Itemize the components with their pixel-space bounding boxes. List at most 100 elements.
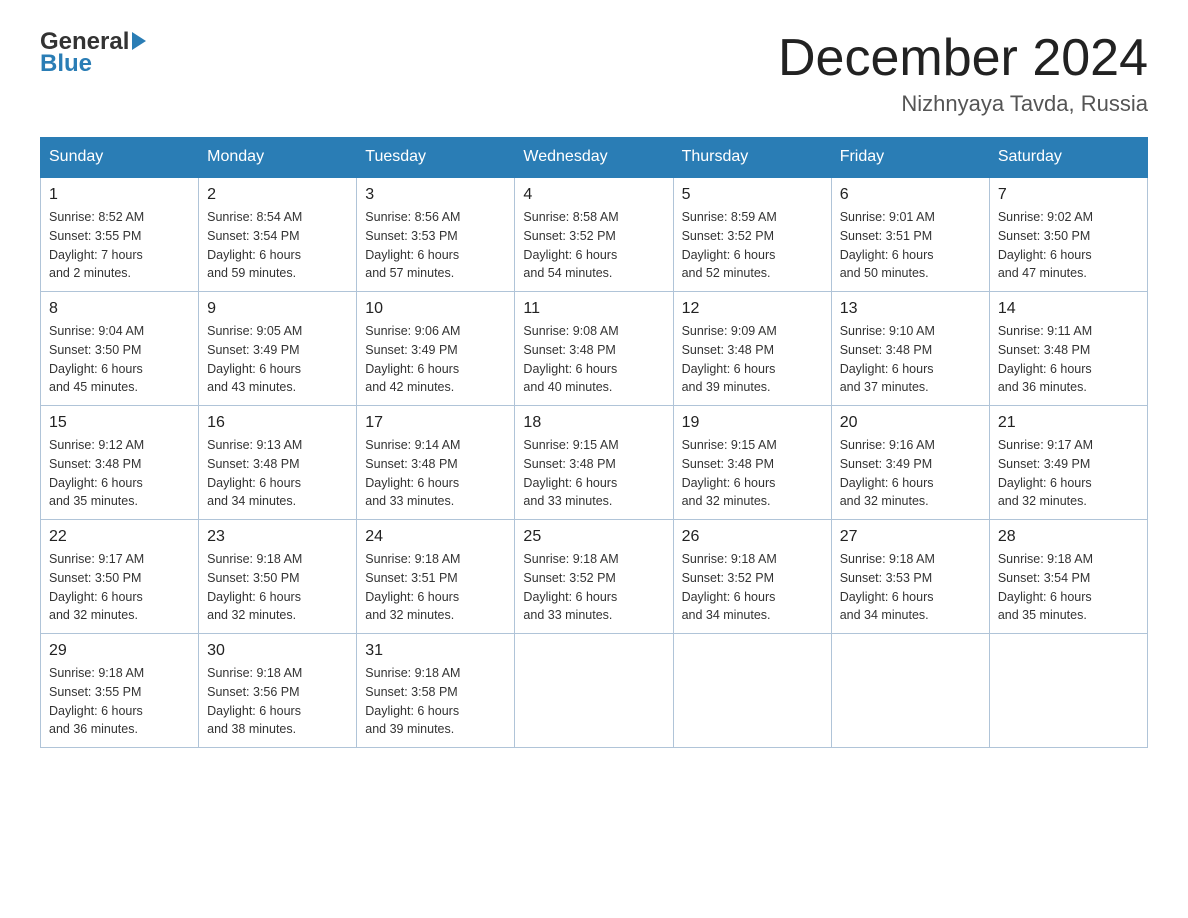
day-cell: 23 Sunrise: 9:18 AMSunset: 3:50 PMDayligh… — [199, 520, 357, 634]
day-info: Sunrise: 9:01 AMSunset: 3:51 PMDaylight:… — [840, 208, 981, 283]
day-info: Sunrise: 8:56 AMSunset: 3:53 PMDaylight:… — [365, 208, 506, 283]
header-wednesday: Wednesday — [515, 138, 673, 178]
day-number: 4 — [523, 186, 664, 204]
header-monday: Monday — [199, 138, 357, 178]
day-info: Sunrise: 8:54 AMSunset: 3:54 PMDaylight:… — [207, 208, 348, 283]
day-cell: 16 Sunrise: 9:13 AMSunset: 3:48 PMDayligh… — [199, 406, 357, 520]
page-header: General Blue December 2024 Nizhnyaya Tav… — [40, 30, 1148, 117]
logo-arrow-icon — [132, 32, 146, 50]
day-info: Sunrise: 9:18 AMSunset: 3:55 PMDaylight:… — [49, 664, 190, 739]
week-row-2: 8 Sunrise: 9:04 AMSunset: 3:50 PMDaylight… — [41, 292, 1148, 406]
title-block: December 2024 Nizhnyaya Tavda, Russia — [778, 30, 1148, 117]
day-number: 21 — [998, 414, 1139, 432]
day-number: 6 — [840, 186, 981, 204]
day-cell — [673, 634, 831, 748]
day-info: Sunrise: 9:11 AMSunset: 3:48 PMDaylight:… — [998, 322, 1139, 397]
header-tuesday: Tuesday — [357, 138, 515, 178]
week-row-4: 22Sunrise: 9:17 AMSunset: 3:50 PMDayligh… — [41, 520, 1148, 634]
day-cell: 27 Sunrise: 9:18 AMSunset: 3:53 PMDayligh… — [831, 520, 989, 634]
day-info: Sunrise: 9:18 AMSunset: 3:58 PMDaylight:… — [365, 664, 506, 739]
day-number: 12 — [682, 300, 823, 318]
calendar-header: Sunday Monday Tuesday Wednesday Thursday… — [41, 138, 1148, 178]
day-number: 10 — [365, 300, 506, 318]
day-number: 1 — [49, 186, 190, 204]
day-cell: 2 Sunrise: 8:54 AMSunset: 3:54 PMDaylight… — [199, 177, 357, 292]
day-info: Sunrise: 9:18 AMSunset: 3:54 PMDaylight:… — [998, 550, 1139, 625]
day-cell: 19 Sunrise: 9:15 AMSunset: 3:48 PMDayligh… — [673, 406, 831, 520]
logo-line2: Blue — [40, 52, 146, 76]
day-cell: 8 Sunrise: 9:04 AMSunset: 3:50 PMDaylight… — [41, 292, 199, 406]
location: Nizhnyaya Tavda, Russia — [778, 91, 1148, 117]
day-number: 18 — [523, 414, 664, 432]
day-cell — [831, 634, 989, 748]
day-cell: 11 Sunrise: 9:08 AMSunset: 3:48 PMDayligh… — [515, 292, 673, 406]
day-info: Sunrise: 9:12 AMSunset: 3:48 PMDaylight:… — [49, 436, 190, 511]
header-row: Sunday Monday Tuesday Wednesday Thursday… — [41, 138, 1148, 178]
day-cell: 9 Sunrise: 9:05 AMSunset: 3:49 PMDaylight… — [199, 292, 357, 406]
day-info: Sunrise: 9:18 AMSunset: 3:52 PMDaylight:… — [682, 550, 823, 625]
day-number: 19 — [682, 414, 823, 432]
day-info: Sunrise: 9:14 AMSunset: 3:48 PMDaylight:… — [365, 436, 506, 511]
day-cell: 10 Sunrise: 9:06 AMSunset: 3:49 PMDayligh… — [357, 292, 515, 406]
day-cell: 7 Sunrise: 9:02 AMSunset: 3:50 PMDaylight… — [989, 177, 1147, 292]
day-info: Sunrise: 9:15 AMSunset: 3:48 PMDaylight:… — [523, 436, 664, 511]
day-number: 7 — [998, 186, 1139, 204]
day-info: Sunrise: 9:10 AMSunset: 3:48 PMDaylight:… — [840, 322, 981, 397]
day-number: 11 — [523, 300, 664, 318]
day-number: 26 — [682, 528, 823, 546]
day-cell: 3Sunrise: 8:56 AMSunset: 3:53 PMDaylight… — [357, 177, 515, 292]
calendar-body: 1 Sunrise: 8:52 AMSunset: 3:55 PMDaylight… — [41, 177, 1148, 748]
day-cell: 14Sunrise: 9:11 AMSunset: 3:48 PMDayligh… — [989, 292, 1147, 406]
day-info: Sunrise: 9:08 AMSunset: 3:48 PMDaylight:… — [523, 322, 664, 397]
day-info: Sunrise: 8:52 AMSunset: 3:55 PMDaylight:… — [49, 208, 190, 283]
day-number: 23 — [207, 528, 348, 546]
day-cell: 15Sunrise: 9:12 AMSunset: 3:48 PMDayligh… — [41, 406, 199, 520]
day-number: 27 — [840, 528, 981, 546]
day-number: 22 — [49, 528, 190, 546]
day-cell: 22Sunrise: 9:17 AMSunset: 3:50 PMDayligh… — [41, 520, 199, 634]
day-number: 30 — [207, 642, 348, 660]
day-number: 13 — [840, 300, 981, 318]
day-cell — [989, 634, 1147, 748]
day-number: 31 — [365, 642, 506, 660]
day-info: Sunrise: 9:18 AMSunset: 3:53 PMDaylight:… — [840, 550, 981, 625]
day-cell — [515, 634, 673, 748]
day-cell: 4 Sunrise: 8:58 AMSunset: 3:52 PMDaylight… — [515, 177, 673, 292]
day-info: Sunrise: 9:13 AMSunset: 3:48 PMDaylight:… — [207, 436, 348, 511]
day-info: Sunrise: 9:15 AMSunset: 3:48 PMDaylight:… — [682, 436, 823, 511]
day-cell: 1 Sunrise: 8:52 AMSunset: 3:55 PMDaylight… — [41, 177, 199, 292]
day-cell: 30Sunrise: 9:18 AMSunset: 3:56 PMDayligh… — [199, 634, 357, 748]
header-saturday: Saturday — [989, 138, 1147, 178]
day-cell: 5 Sunrise: 8:59 AMSunset: 3:52 PMDaylight… — [673, 177, 831, 292]
calendar-table: Sunday Monday Tuesday Wednesday Thursday… — [40, 137, 1148, 748]
header-thursday: Thursday — [673, 138, 831, 178]
day-number: 8 — [49, 300, 190, 318]
day-info: Sunrise: 9:16 AMSunset: 3:49 PMDaylight:… — [840, 436, 981, 511]
week-row-3: 15Sunrise: 9:12 AMSunset: 3:48 PMDayligh… — [41, 406, 1148, 520]
day-info: Sunrise: 9:06 AMSunset: 3:49 PMDaylight:… — [365, 322, 506, 397]
day-cell: 29Sunrise: 9:18 AMSunset: 3:55 PMDayligh… — [41, 634, 199, 748]
day-info: Sunrise: 9:05 AMSunset: 3:49 PMDaylight:… — [207, 322, 348, 397]
day-number: 5 — [682, 186, 823, 204]
day-info: Sunrise: 9:18 AMSunset: 3:50 PMDaylight:… — [207, 550, 348, 625]
week-row-1: 1 Sunrise: 8:52 AMSunset: 3:55 PMDaylight… — [41, 177, 1148, 292]
day-cell: 28Sunrise: 9:18 AMSunset: 3:54 PMDayligh… — [989, 520, 1147, 634]
day-info: Sunrise: 9:18 AMSunset: 3:51 PMDaylight:… — [365, 550, 506, 625]
day-cell: 20 Sunrise: 9:16 AMSunset: 3:49 PMDayligh… — [831, 406, 989, 520]
day-number: 16 — [207, 414, 348, 432]
day-number: 17 — [365, 414, 506, 432]
day-info: Sunrise: 8:58 AMSunset: 3:52 PMDaylight:… — [523, 208, 664, 283]
day-info: Sunrise: 9:02 AMSunset: 3:50 PMDaylight:… — [998, 208, 1139, 283]
day-cell: 24Sunrise: 9:18 AMSunset: 3:51 PMDayligh… — [357, 520, 515, 634]
day-info: Sunrise: 9:09 AMSunset: 3:48 PMDaylight:… — [682, 322, 823, 397]
header-friday: Friday — [831, 138, 989, 178]
day-cell: 6 Sunrise: 9:01 AMSunset: 3:51 PMDaylight… — [831, 177, 989, 292]
logo: General Blue — [40, 30, 146, 76]
day-info: Sunrise: 8:59 AMSunset: 3:52 PMDaylight:… — [682, 208, 823, 283]
day-number: 20 — [840, 414, 981, 432]
day-number: 2 — [207, 186, 348, 204]
day-number: 9 — [207, 300, 348, 318]
day-cell: 31 Sunrise: 9:18 AMSunset: 3:58 PMDayligh… — [357, 634, 515, 748]
day-info: Sunrise: 9:04 AMSunset: 3:50 PMDaylight:… — [49, 322, 190, 397]
day-info: Sunrise: 9:18 AMSunset: 3:52 PMDaylight:… — [523, 550, 664, 625]
